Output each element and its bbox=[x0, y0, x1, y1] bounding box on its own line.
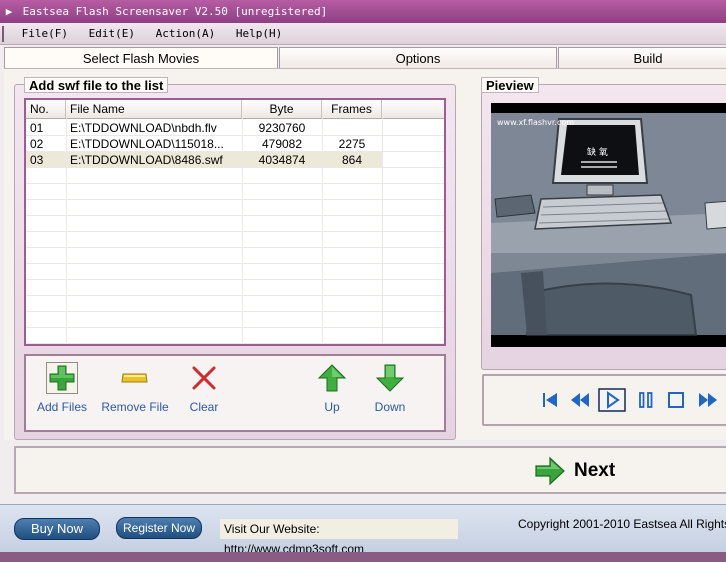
file-list-header: No. File Name Byte Frames bbox=[26, 100, 444, 119]
cell-no: 02 bbox=[30, 137, 44, 151]
list-grid-line bbox=[26, 295, 444, 296]
list-grid-line bbox=[26, 167, 444, 168]
cell-frames: 864 bbox=[341, 153, 363, 167]
cell-byte: 479082 bbox=[261, 137, 303, 151]
column-spacer bbox=[382, 100, 444, 118]
play-icon[interactable] bbox=[598, 388, 626, 412]
list-grid-line bbox=[26, 343, 444, 344]
list-grid-line bbox=[26, 215, 444, 216]
footer-bar: Buy Now Register Now Visit Our Website: … bbox=[0, 504, 726, 556]
list-grid-line bbox=[26, 247, 444, 248]
website-link[interactable]: Visit Our Website: http://www.cdmp3soft.… bbox=[220, 519, 458, 556]
preview-legend: Pieview bbox=[481, 77, 539, 93]
menu-action[interactable]: Action(A) bbox=[149, 23, 223, 45]
cell-file-name: E:\TDDOWNLOAD\nbdh.flv bbox=[70, 121, 217, 135]
player-controls bbox=[482, 374, 726, 426]
list-grid-line bbox=[26, 279, 444, 280]
list-grid-line bbox=[26, 199, 444, 200]
tab-options[interactable]: Options bbox=[279, 47, 557, 68]
table-row[interactable]: 02 E:\TDDOWNLOAD\115018... 479082 2275 bbox=[26, 136, 444, 152]
title-bar: ▶ Eastsea Flash Screensaver V2.50 [unreg… bbox=[0, 0, 726, 23]
watermark-text: www.xf.flashvr.com bbox=[497, 118, 574, 127]
table-row-selected[interactable]: 03 E:\TDDOWNLOAD\8486.swf 4034874 864 bbox=[26, 152, 382, 168]
remove-icon bbox=[121, 373, 148, 383]
cell-frames bbox=[322, 120, 382, 136]
menu-help[interactable]: Help(H) bbox=[229, 23, 289, 45]
list-grid-column-line bbox=[66, 118, 67, 344]
fast-forward-icon[interactable] bbox=[696, 389, 720, 411]
menu-file[interactable]: File(F) bbox=[15, 23, 75, 45]
cell-byte: 9230760 bbox=[258, 121, 306, 135]
cell-byte: 4034874 bbox=[258, 153, 306, 167]
add-files-label: Add Files bbox=[36, 400, 88, 414]
rewind-icon[interactable] bbox=[568, 389, 592, 411]
copyright-text: Copyright 2001-2010 Eastsea All Rights R… bbox=[518, 517, 726, 531]
remove-file-button[interactable]: Remove File bbox=[100, 362, 170, 414]
move-down-button[interactable]: Down bbox=[366, 362, 414, 414]
list-grid-column-line bbox=[242, 118, 243, 344]
cell-file-name: E:\TDDOWNLOAD\115018... bbox=[70, 137, 224, 151]
arrow-down-icon bbox=[375, 364, 405, 392]
menu-bar: File(F) Edit(E) Action(A) Help(H) bbox=[0, 23, 726, 45]
list-grid-line bbox=[26, 183, 444, 184]
pause-icon[interactable] bbox=[634, 389, 658, 411]
clear-button[interactable]: Clear bbox=[184, 362, 224, 414]
column-file-name[interactable]: File Name bbox=[66, 100, 242, 118]
skip-start-icon[interactable] bbox=[538, 389, 562, 411]
cell-file-name: E:\TDDOWNLOAD\8486.swf bbox=[70, 153, 223, 167]
cell-no: 01 bbox=[30, 121, 44, 135]
file-list[interactable]: No. File Name Byte Frames 01 E:\TDDOWNLO… bbox=[24, 98, 446, 346]
bottom-strip bbox=[0, 552, 726, 562]
buy-now-button[interactable]: Buy Now bbox=[14, 518, 100, 540]
register-now-button[interactable]: Register Now bbox=[116, 517, 202, 539]
column-frames[interactable]: Frames bbox=[322, 100, 382, 118]
up-label: Up bbox=[324, 400, 340, 414]
list-toolbar: Add Files Remove File Clear Up Down bbox=[24, 354, 446, 432]
table-row[interactable]: 01 E:\TDDOWNLOAD\nbdh.flv 9230760 bbox=[26, 120, 444, 136]
menu-grip bbox=[2, 26, 8, 42]
preview-screen: www.xf.flashvr.com 缺 氧 bbox=[491, 103, 726, 347]
cell-no: 03 bbox=[30, 153, 44, 167]
column-byte[interactable]: Byte bbox=[242, 100, 322, 118]
file-list-legend: Add swf file to the list bbox=[24, 77, 169, 93]
clear-label: Clear bbox=[189, 400, 219, 414]
list-grid-column-line bbox=[382, 118, 383, 344]
next-area: Next bbox=[14, 446, 726, 494]
list-grid-line bbox=[26, 231, 444, 232]
window-title: Eastsea Flash Screensaver V2.50 [unregis… bbox=[22, 5, 328, 18]
remove-file-label: Remove File bbox=[101, 400, 169, 414]
add-files-button[interactable]: Add Files bbox=[34, 362, 90, 414]
stop-icon[interactable] bbox=[664, 389, 688, 411]
list-grid-line bbox=[26, 311, 444, 312]
arrow-right-icon bbox=[535, 456, 565, 486]
arrow-up-icon bbox=[317, 364, 347, 392]
move-up-button[interactable]: Up bbox=[314, 362, 350, 414]
close-icon bbox=[192, 366, 216, 390]
next-label: Next bbox=[574, 460, 616, 481]
add-icon bbox=[46, 362, 78, 394]
preview-image: www.xf.flashvr.com 缺 氧 bbox=[491, 103, 726, 347]
list-grid-line bbox=[26, 135, 444, 136]
column-no[interactable]: No. bbox=[26, 100, 66, 118]
list-grid-line bbox=[26, 327, 444, 328]
cell-frames: 2275 bbox=[338, 137, 366, 151]
tab-select-flash-movies[interactable]: Select Flash Movies bbox=[4, 47, 278, 68]
app-icon: ▶ bbox=[5, 5, 13, 18]
list-grid-line bbox=[26, 151, 444, 152]
list-grid-line bbox=[26, 263, 444, 264]
tab-build[interactable]: Build bbox=[558, 47, 726, 68]
down-label: Down bbox=[374, 400, 406, 414]
list-grid-column-line bbox=[322, 118, 323, 344]
menu-edit[interactable]: Edit(E) bbox=[82, 23, 142, 45]
next-button[interactable]: Next bbox=[534, 456, 654, 486]
screen-title-text: 缺 氧 bbox=[587, 146, 608, 158]
